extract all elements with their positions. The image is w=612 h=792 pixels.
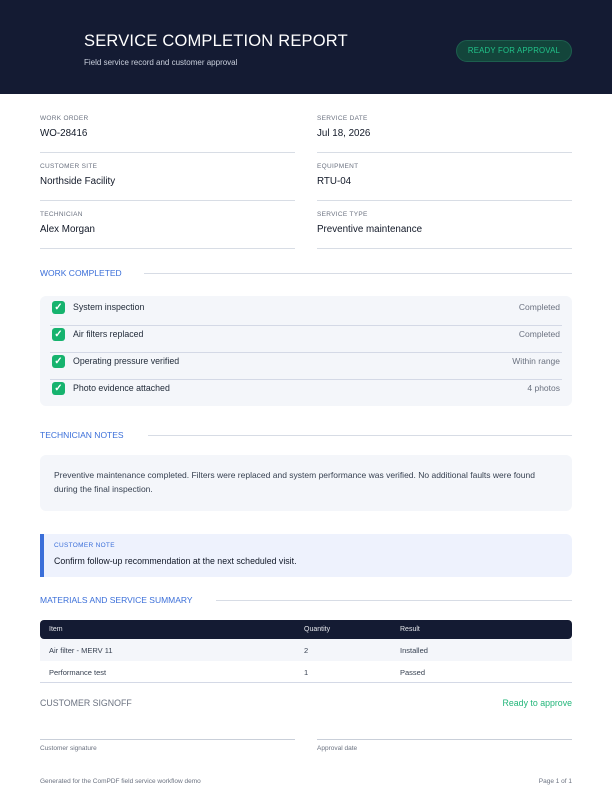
checklist-item-status: Within range	[512, 356, 560, 366]
section-divider	[144, 273, 572, 274]
column-header-result: Result	[400, 626, 420, 633]
field-service-date: SERVICE DATE Jul 18, 2026	[317, 115, 572, 153]
field-label: WORK ORDER	[40, 115, 89, 122]
checkbox-checked-icon[interactable]: ✓	[52, 328, 65, 341]
table-header: Item Quantity Result	[40, 620, 572, 639]
checklist-item-label: Air filters replaced	[73, 329, 144, 339]
checklist-item: ✓ System inspection Completed	[50, 299, 562, 326]
field-value: Preventive maintenance	[317, 224, 423, 235]
customer-note-callout: CUSTOMER NOTE Confirm follow-up recommen…	[40, 534, 572, 577]
checklist-item: ✓ Operating pressure verified Within ran…	[50, 353, 562, 380]
column-header-item: Item	[49, 626, 63, 633]
section-title-technician-notes: TECHNICIAN NOTES	[40, 430, 124, 440]
table-cell: Performance test	[49, 668, 107, 677]
checkbox-checked-icon[interactable]: ✓	[52, 382, 65, 395]
approval-date-line[interactable]	[317, 739, 572, 740]
table-cell: Air filter - MERV 11	[49, 646, 113, 655]
signature-line[interactable]	[40, 739, 295, 740]
field-work-order: WORK ORDER WO-28416	[40, 115, 295, 153]
field-value: Jul 18, 2026	[317, 128, 371, 139]
checklist-item-label: Photo evidence attached	[73, 383, 170, 393]
section-divider	[148, 435, 572, 436]
table-row: Performance test 1 Passed	[40, 661, 572, 683]
technician-notes-text: Preventive maintenance completed. Filter…	[54, 470, 535, 494]
field-equipment: EQUIPMENT RTU-04	[317, 163, 572, 201]
field-label: SERVICE DATE	[317, 115, 368, 122]
checkbox-checked-icon[interactable]: ✓	[52, 301, 65, 314]
field-service-type: SERVICE TYPE Preventive maintenance	[317, 211, 572, 249]
customer-note-text: Confirm follow-up recommendation at the …	[54, 556, 297, 566]
work-checklist: ✓ System inspection Completed ✓ Air filt…	[40, 296, 572, 406]
signature-label: Customer signature	[40, 745, 97, 752]
report-header: SERVICE COMPLETION REPORT Field service …	[0, 0, 612, 94]
footer-note: Generated for the ComPDF field service w…	[40, 778, 201, 785]
field-customer-site: CUSTOMER SITE Northside Facility	[40, 163, 295, 201]
table-cell: Passed	[400, 668, 426, 677]
checklist-item-status: Completed	[518, 329, 560, 339]
field-label: EQUIPMENT	[317, 163, 359, 170]
page-number: Page 1 of 1	[538, 778, 572, 785]
checklist-item-status: 4 photos	[527, 383, 560, 393]
field-value: WO-28416	[40, 128, 88, 139]
customer-note-label: CUSTOMER NOTE	[54, 542, 115, 549]
table-cell: 1	[304, 668, 309, 677]
materials-table: Item Quantity Result Air filter - MERV 1…	[40, 620, 572, 683]
field-label: TECHNICIAN	[40, 211, 83, 218]
field-label: SERVICE TYPE	[317, 211, 368, 218]
checkbox-checked-icon[interactable]: ✓	[52, 355, 65, 368]
field-label: CUSTOMER SITE	[40, 163, 98, 170]
section-title-materials: MATERIALS AND SERVICE SUMMARY	[40, 595, 193, 605]
section-divider	[216, 600, 572, 601]
status-badge: READY FOR APPROVAL	[456, 40, 572, 62]
field-technician: TECHNICIAN Alex Morgan	[40, 211, 295, 249]
checklist-item: ✓ Photo evidence attached 4 photos	[50, 380, 562, 407]
checklist-item-label: System inspection	[73, 302, 145, 312]
signoff-title: CUSTOMER SIGNOFF	[40, 698, 132, 708]
field-value: Northside Facility	[40, 176, 116, 187]
report-subtitle: Field service record and customer approv…	[84, 58, 238, 67]
table-row: Air filter - MERV 11 2 Installed	[40, 639, 572, 661]
approval-date-label: Approval date	[317, 745, 358, 752]
report-title: SERVICE COMPLETION REPORT	[84, 32, 348, 50]
signoff-status: Ready to approve	[502, 698, 572, 708]
column-header-quantity: Quantity	[304, 626, 331, 633]
technician-notes-box: Preventive maintenance completed. Filter…	[40, 455, 572, 511]
checklist-item-label: Operating pressure verified	[73, 356, 180, 366]
section-title-work-completed: WORK COMPLETED	[40, 268, 122, 278]
checklist-item-status: Completed	[518, 302, 560, 312]
field-value: RTU-04	[317, 176, 352, 187]
checklist-item: ✓ Air filters replaced Completed	[50, 326, 562, 353]
table-cell: Installed	[400, 646, 428, 655]
table-cell: 2	[304, 646, 309, 655]
field-value: Alex Morgan	[40, 224, 95, 235]
